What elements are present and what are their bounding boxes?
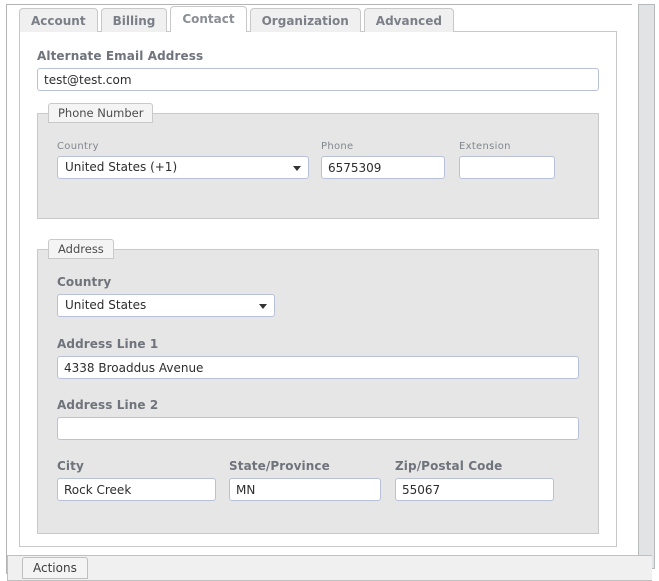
address-legend: Address xyxy=(48,239,114,259)
address-country-select[interactable]: United States xyxy=(57,294,275,317)
contact-tab-panel-content: Alternate Email Address Phone Number Cou… xyxy=(20,32,616,546)
tab-billing[interactable]: Billing xyxy=(100,8,168,32)
address-line1-field-group: Address Line 1 xyxy=(57,337,579,379)
address-line1-label: Address Line 1 xyxy=(57,337,159,351)
address-line2-input[interactable] xyxy=(57,417,579,440)
tab-bar: Account Billing Contact Organization Adv… xyxy=(19,6,457,32)
chevron-down-icon xyxy=(293,165,301,171)
alternate-email-label: Alternate Email Address xyxy=(37,49,204,63)
address-country-label: Country xyxy=(57,275,112,289)
city-label: City xyxy=(57,459,84,473)
zip-postal-code-field-group: Zip/Postal Code xyxy=(395,459,554,501)
vertical-scrollbar[interactable] xyxy=(638,4,655,569)
address-country-selected-value: United States xyxy=(65,298,147,312)
state-province-label: State/Province xyxy=(229,459,330,473)
address-line2-label: Address Line 2 xyxy=(57,398,159,412)
address-line2-field-group: Address Line 2 xyxy=(57,398,579,440)
tab-billing-label: Billing xyxy=(112,14,156,28)
tab-contact-label: Contact xyxy=(182,12,235,26)
alternate-email-input[interactable] xyxy=(37,68,599,91)
city-state-zip-row: City State/Province Zip/Postal Code xyxy=(57,459,579,501)
phone-number-label: Phone xyxy=(321,141,354,152)
phone-country-field-group: Country United States (+1) xyxy=(57,141,309,179)
phone-country-label: Country xyxy=(57,141,99,152)
tab-organization[interactable]: Organization xyxy=(249,8,361,32)
tab-advanced-label: Advanced xyxy=(375,14,442,28)
actions-fieldset: Actions xyxy=(7,555,652,581)
phone-extension-label: Extension xyxy=(459,141,511,152)
zip-postal-code-label: Zip/Postal Code xyxy=(395,459,503,473)
phone-country-selected-value: United States (+1) xyxy=(65,160,178,174)
tab-account[interactable]: Account xyxy=(19,8,98,32)
state-province-field-group: State/Province xyxy=(229,459,381,501)
address-fields: Country United States Address Line 1 Add… xyxy=(57,275,579,501)
state-province-input[interactable] xyxy=(229,478,381,501)
tab-account-label: Account xyxy=(31,14,86,28)
address-country-field-group: Country United States xyxy=(57,275,275,317)
phone-extension-input[interactable] xyxy=(459,156,555,179)
address-fieldset: Address Country United States Address Li… xyxy=(37,239,599,534)
phone-number-fields: Country United States (+1) Phone Extensi… xyxy=(57,141,579,179)
tab-advanced[interactable]: Advanced xyxy=(363,8,454,32)
contact-tab-panel: Alternate Email Address Phone Number Cou… xyxy=(19,31,617,547)
phone-number-input[interactable] xyxy=(321,156,445,179)
phone-number-field-group: Phone xyxy=(321,141,445,179)
address-line1-input[interactable] xyxy=(57,356,579,379)
phone-extension-field-group: Extension xyxy=(459,141,555,179)
tab-contact[interactable]: Contact xyxy=(170,6,247,32)
scroll-gutter xyxy=(632,0,659,576)
contact-form-window: Account Billing Contact Organization Adv… xyxy=(0,0,659,581)
phone-number-legend: Phone Number xyxy=(48,103,154,123)
phone-number-fieldset: Phone Number Country United States (+1) … xyxy=(37,103,599,219)
phone-country-select[interactable]: United States (+1) xyxy=(57,156,309,179)
zip-postal-code-input[interactable] xyxy=(395,478,554,501)
chevron-down-icon xyxy=(259,303,267,309)
tab-organization-label: Organization xyxy=(261,14,349,28)
city-input[interactable] xyxy=(57,478,216,501)
alternate-email-field-group: Alternate Email Address xyxy=(37,49,599,91)
city-field-group: City xyxy=(57,459,216,501)
